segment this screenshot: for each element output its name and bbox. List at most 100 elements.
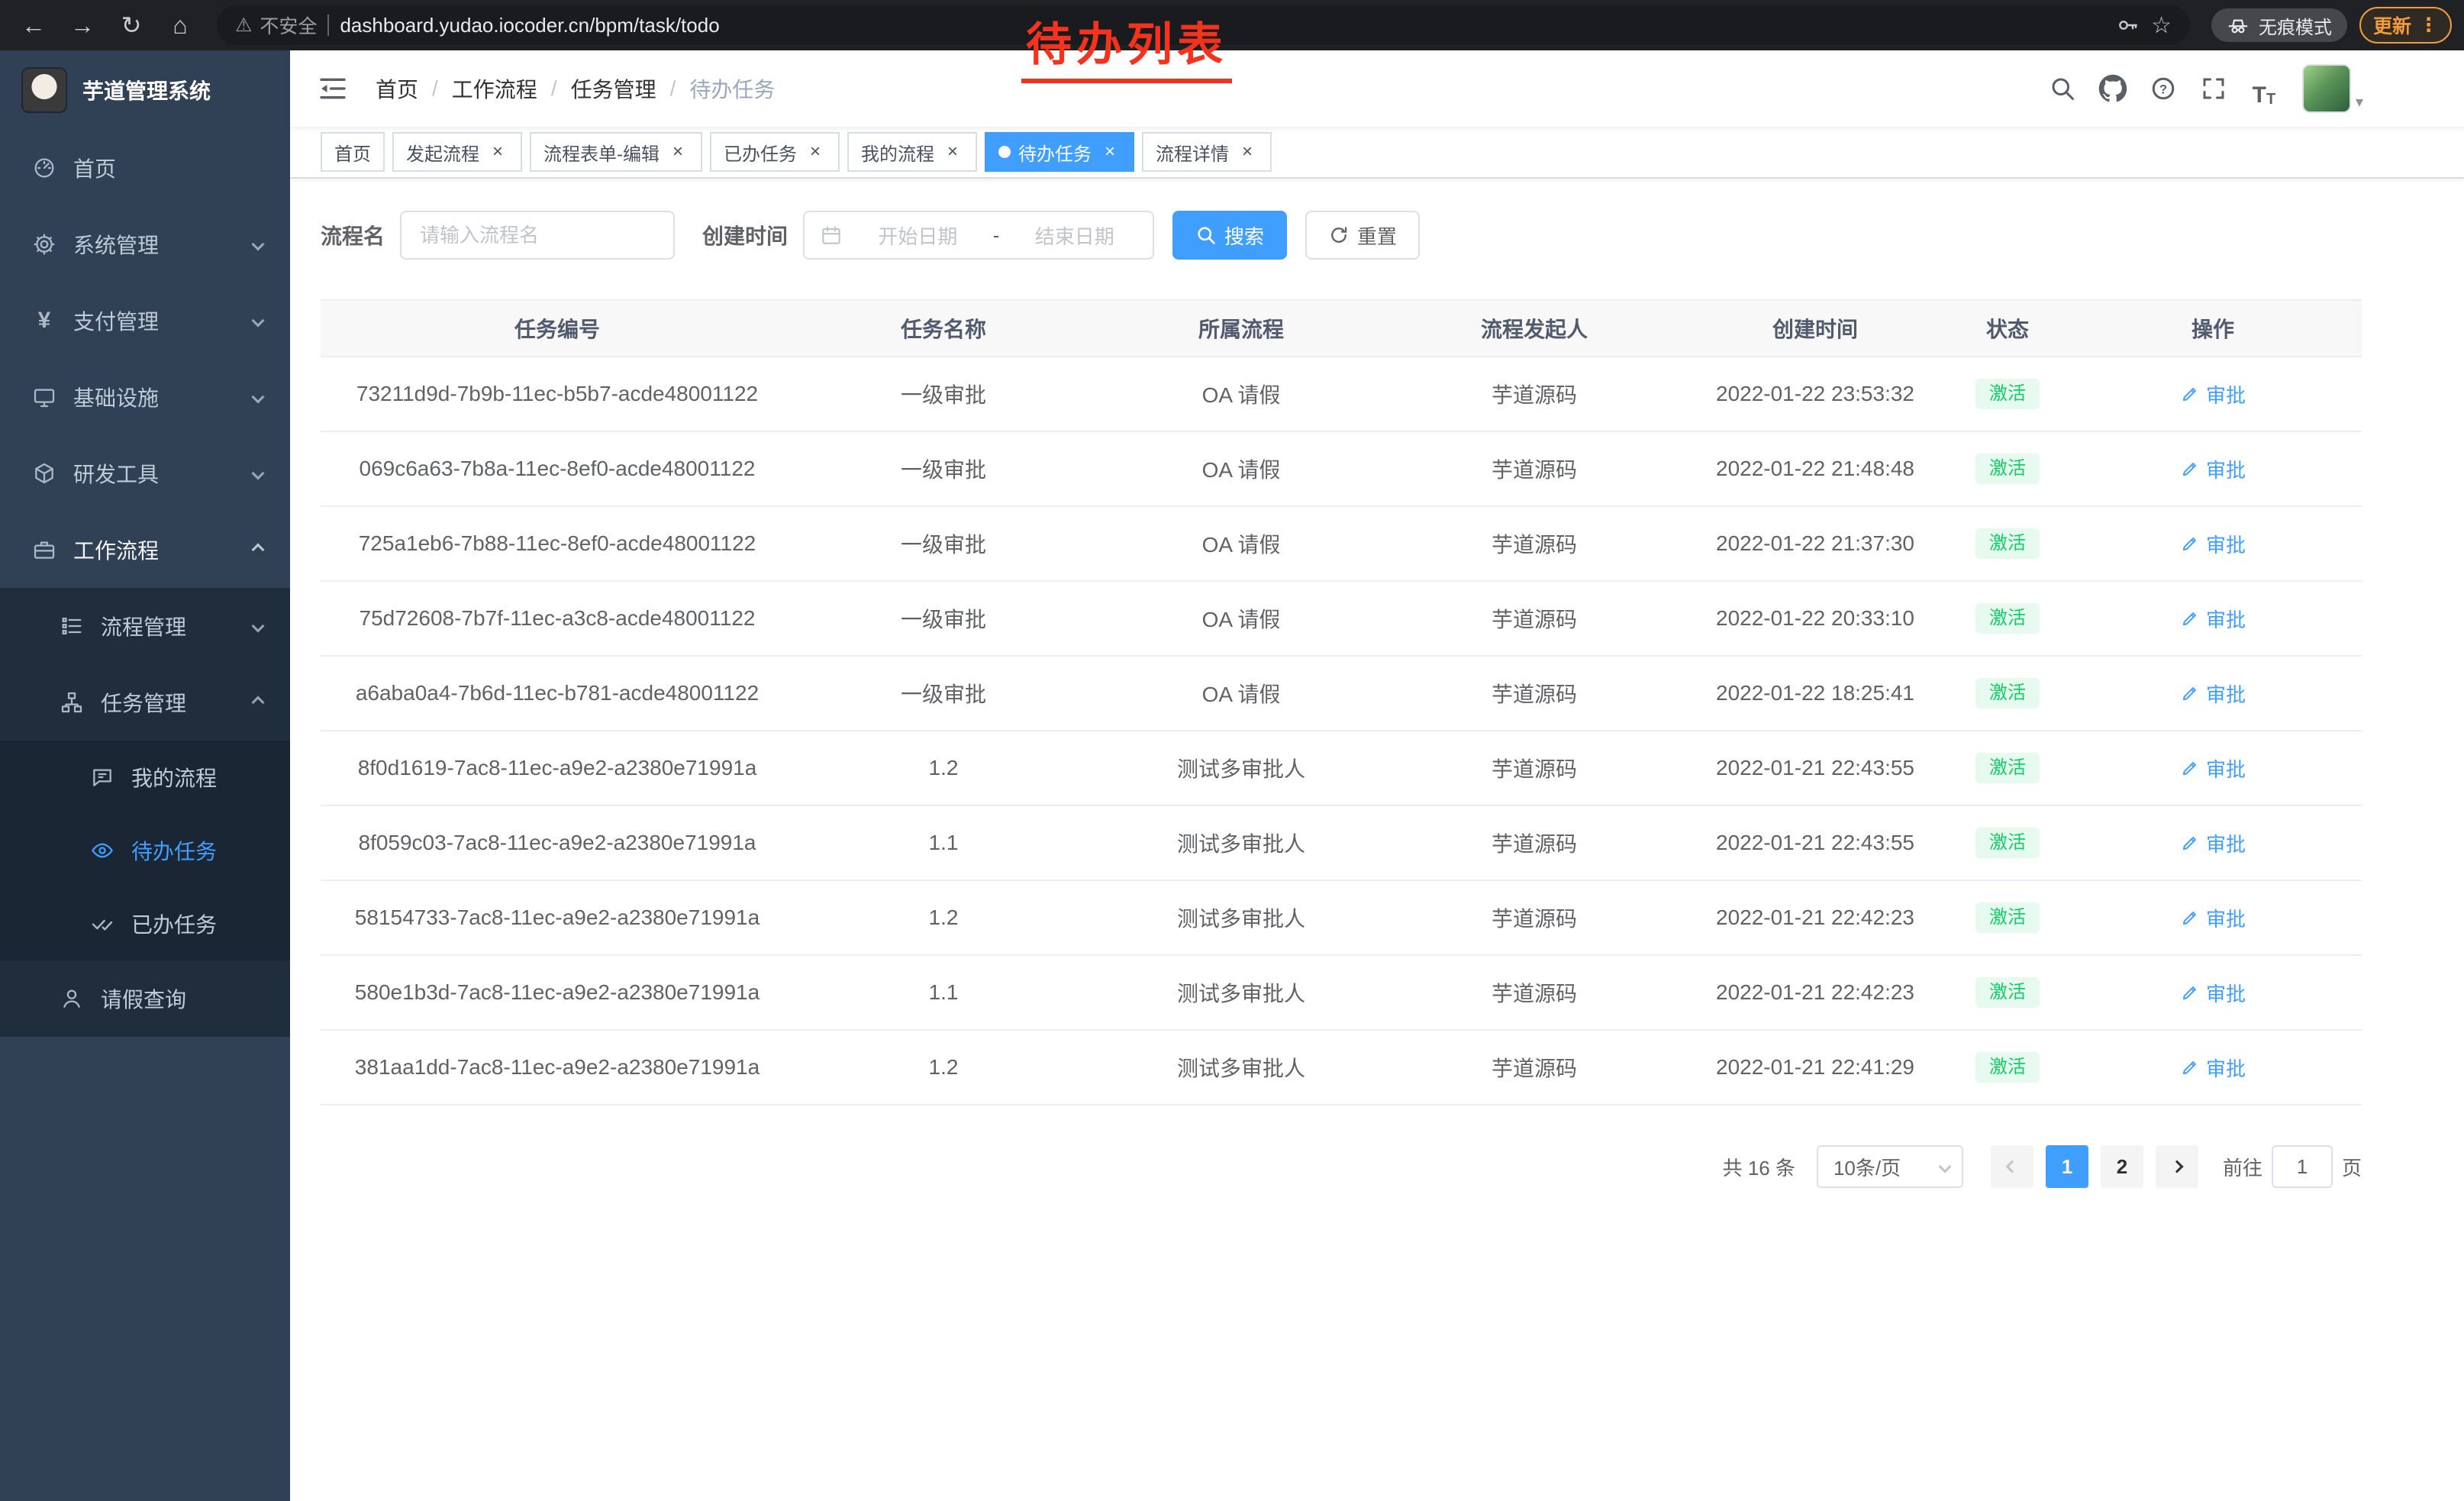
breadcrumb-task-management[interactable]: 任务管理 — [571, 73, 656, 104]
tab-done-task[interactable]: 已办任务 × — [710, 132, 840, 172]
sidebar-item-task-management[interactable]: 任务管理 — [0, 664, 290, 741]
task-id-cell: 75d72608-7b7f-11ec-a3c8-acde48001122 — [321, 582, 794, 655]
github-icon[interactable] — [2093, 69, 2133, 108]
sidebar-item-workflow[interactable]: 工作流程 — [0, 512, 290, 588]
action-cell: 审批 — [2064, 731, 2362, 805]
task-id-cell: 069c6a63-7b8a-11ec-8ef0-acde48001122 — [321, 432, 794, 505]
process-cell: 测试多审批人 — [1093, 881, 1389, 954]
status-badge: 激活 — [1975, 603, 2040, 634]
url-text: dashboard.yudao.iocoder.cn/bpm/task/todo — [340, 14, 719, 37]
approve-link[interactable]: 审批 — [2180, 829, 2246, 857]
calendar-icon — [820, 224, 843, 247]
approve-link[interactable]: 审批 — [2180, 754, 2246, 783]
browser-toolbar: ← → ↻ ⌂ ⚠ 不安全 dashboard.yudao.iocoder.cn… — [0, 0, 2464, 50]
process-cell: OA 请假 — [1093, 582, 1389, 655]
browser-back-button[interactable]: ← — [12, 4, 55, 47]
status-cell: 激活 — [1951, 657, 2064, 730]
prev-page-button[interactable] — [1991, 1145, 2033, 1188]
browser-forward-button[interactable]: → — [61, 4, 104, 47]
next-page-button[interactable] — [2156, 1145, 2198, 1188]
start-date-placeholder: 开始日期 — [855, 221, 981, 250]
col-status: 状态 — [1951, 301, 2064, 356]
svg-text:?: ? — [2159, 82, 2167, 96]
created-time-cell: 2022-01-21 22:43:55 — [1679, 806, 1951, 880]
sidebar-item-payment[interactable]: ¥ 支付管理 — [0, 282, 290, 359]
col-process: 所属流程 — [1093, 301, 1389, 356]
sidebar-item-todo-task[interactable]: 待办任务 — [0, 814, 290, 887]
tab-home[interactable]: 首页 — [321, 132, 385, 172]
browser-home-button[interactable]: ⌂ — [159, 4, 202, 47]
page-button-2[interactable]: 2 — [2101, 1145, 2143, 1188]
close-icon[interactable]: × — [942, 141, 963, 163]
avatar-image — [2302, 64, 2351, 113]
browser-refresh-button[interactable]: ↻ — [110, 4, 153, 47]
status-badge: 激活 — [1975, 379, 2040, 410]
sidebar-item-my-process[interactable]: 我的流程 — [0, 741, 290, 814]
omnibox-divider — [327, 15, 329, 36]
toolbox-icon — [31, 461, 58, 486]
date-range-picker[interactable]: 开始日期 - 结束日期 — [803, 211, 1154, 260]
table-row: 580e1b3d-7ac8-11ec-a9e2-a2380e71991a 1.1… — [321, 956, 2362, 1031]
tab-process-form-edit[interactable]: 流程表单-编辑 × — [530, 132, 702, 172]
approve-link[interactable]: 审批 — [2180, 679, 2246, 708]
breadcrumb-home[interactable]: 首页 — [376, 73, 418, 104]
reset-button[interactable]: 重置 — [1305, 211, 1420, 260]
close-icon[interactable]: × — [667, 141, 689, 163]
tab-start-process[interactable]: 发起流程 × — [392, 132, 522, 172]
task-name-cell: 一级审批 — [794, 582, 1093, 655]
create-time-label: 创建时间 — [702, 220, 788, 250]
font-size-icon[interactable]: TT — [2244, 69, 2284, 108]
sidebar-fold-icon[interactable] — [318, 73, 348, 104]
task-name-cell: 一级审批 — [794, 357, 1093, 431]
initiator-cell: 芋道源码 — [1389, 881, 1679, 954]
close-icon[interactable]: × — [1099, 141, 1121, 163]
page-button-1[interactable]: 1 — [2046, 1145, 2088, 1188]
close-icon[interactable]: × — [805, 141, 826, 163]
page-size-select[interactable]: 10条/页 — [1817, 1145, 1963, 1188]
tags-view-bar: 首页 发起流程 × 流程表单-编辑 × 已办任务 × 我的流程 × — [290, 127, 2464, 179]
user-avatar[interactable]: ▾ — [2302, 64, 2363, 113]
close-icon[interactable]: × — [1237, 141, 1258, 163]
sidebar-item-devtools[interactable]: 研发工具 — [0, 435, 290, 512]
close-icon[interactable]: × — [487, 141, 508, 163]
search-icon[interactable] — [2043, 69, 2082, 108]
approve-link[interactable]: 审批 — [2180, 904, 2246, 932]
tab-todo-task[interactable]: 待办任务 × — [985, 132, 1134, 172]
warning-icon: ⚠ — [235, 14, 252, 37]
bookmark-star-icon[interactable]: ☆ — [2151, 12, 2172, 39]
approve-link[interactable]: 审批 — [2180, 1054, 2246, 1082]
action-cell: 审批 — [2064, 432, 2362, 505]
approve-link[interactable]: 审批 — [2180, 380, 2246, 408]
active-tab-dot — [998, 146, 1011, 158]
breadcrumb-workflow[interactable]: 工作流程 — [452, 73, 537, 104]
search-button[interactable]: 搜索 — [1172, 211, 1287, 260]
app-logo-row[interactable]: 芋道管理系统 — [0, 50, 290, 130]
approve-link[interactable]: 审批 — [2180, 979, 2246, 1007]
filter-bar: 流程名 创建时间 开始日期 - 结束日期 — [321, 211, 2362, 260]
sidebar-item-infrastructure[interactable]: 基础设施 — [0, 359, 290, 435]
not-secure-chip[interactable]: ⚠ 不安全 — [235, 11, 317, 39]
sidebar-item-system[interactable]: 系统管理 — [0, 206, 290, 282]
password-key-icon[interactable] — [2116, 13, 2140, 37]
chevron-up-icon — [252, 544, 265, 557]
sidebar-item-leave-query[interactable]: 请假查询 — [0, 960, 290, 1037]
approve-link[interactable]: 审批 — [2180, 530, 2246, 558]
sidebar-item-home[interactable]: 首页 — [0, 130, 290, 206]
created-time-cell: 2022-01-22 18:25:41 — [1679, 657, 1951, 730]
fullscreen-icon[interactable] — [2194, 69, 2233, 108]
task-id-cell: 73211d9d-7b9b-11ec-b5b7-acde48001122 — [321, 357, 794, 431]
process-name-input[interactable] — [400, 211, 675, 260]
table-row: 75d72608-7b7f-11ec-a3c8-acde48001122 一级审… — [321, 582, 2362, 657]
help-icon[interactable]: ? — [2143, 69, 2183, 108]
approve-link[interactable]: 审批 — [2180, 455, 2246, 483]
screen: ← → ↻ ⌂ ⚠ 不安全 dashboard.yudao.iocoder.cn… — [0, 0, 2464, 1501]
task-id-cell: 381aa1dd-7ac8-11ec-a9e2-a2380e71991a — [321, 1031, 794, 1104]
sidebar-item-done-task[interactable]: 已办任务 — [0, 887, 290, 960]
tab-my-process[interactable]: 我的流程 × — [847, 132, 977, 172]
tab-process-detail[interactable]: 流程详情 × — [1142, 132, 1272, 172]
status-cell: 激活 — [1951, 731, 2064, 805]
approve-link[interactable]: 审批 — [2180, 605, 2246, 633]
goto-page-input[interactable] — [2272, 1145, 2333, 1188]
browser-update-button[interactable]: 更新 ⋮ — [2359, 7, 2452, 44]
sidebar-item-process-management[interactable]: 流程管理 — [0, 588, 290, 664]
